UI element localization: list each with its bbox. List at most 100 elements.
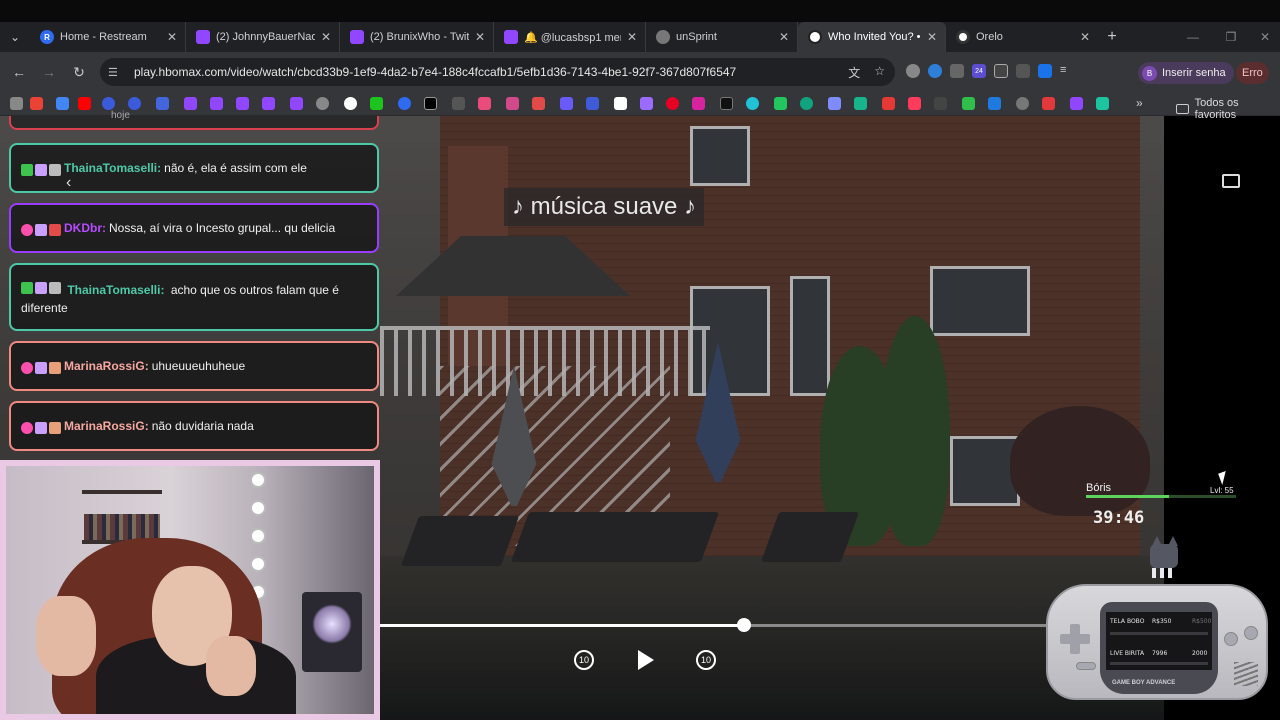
folder-icon: [1176, 104, 1189, 114]
minimize-icon[interactable]: —: [1174, 22, 1212, 52]
cat-legs: [1152, 568, 1176, 578]
tab-orelo[interactable]: Orelo ✕: [946, 22, 1098, 52]
bookmark-icon[interactable]: [102, 97, 115, 110]
download-icon[interactable]: [882, 97, 895, 110]
tab-unsprint[interactable]: unSprint ✕: [646, 22, 798, 52]
close-icon[interactable]: ✕: [167, 30, 177, 44]
chat-message-partial: hoje: [9, 110, 379, 130]
progress-knob[interactable]: [737, 618, 752, 632]
tab-search-icon[interactable]: ⌄: [0, 22, 30, 52]
url-text[interactable]: play.hbomax.com/video/watch/cbcd33b9-1ef…: [134, 65, 736, 79]
a-button-icon: [1244, 626, 1258, 640]
reload-icon[interactable]: ↻: [64, 57, 94, 87]
drive-icon[interactable]: [56, 97, 69, 110]
twitch-icon[interactable]: [290, 97, 303, 110]
b-button-icon: [1224, 632, 1238, 646]
play-icon[interactable]: [638, 650, 654, 670]
bookmark-star-icon[interactable]: ☆: [874, 64, 885, 81]
tab-who-invited-you[interactable]: Who Invited You? • H ✕: [798, 22, 946, 52]
bookmark-icon[interactable]: [156, 97, 169, 110]
amazon-icon[interactable]: [614, 97, 627, 110]
globe-icon[interactable]: [316, 97, 329, 110]
window-close-icon[interactable]: ✕: [1246, 22, 1280, 52]
bookmark-icon[interactable]: [640, 97, 653, 110]
extension-icon[interactable]: [1038, 64, 1052, 78]
bookmark-icon[interactable]: [586, 97, 599, 110]
bookmark-icon[interactable]: [934, 97, 947, 110]
restream-icon[interactable]: [398, 97, 411, 110]
close-icon[interactable]: ✕: [779, 30, 789, 44]
extension-icon[interactable]: [928, 64, 942, 78]
apps-grid-icon[interactable]: [10, 97, 23, 110]
tab-label: Home - Restream: [60, 31, 147, 43]
bookmark-icon[interactable]: [828, 97, 841, 110]
bookmarks-more-icon[interactable]: »: [1136, 96, 1143, 110]
kick-icon[interactable]: [370, 97, 383, 110]
tiktok-icon[interactable]: [720, 97, 733, 110]
extension-icon[interactable]: [950, 64, 964, 78]
bookmark-icon[interactable]: [478, 97, 491, 110]
puzzle-icon[interactable]: [1016, 64, 1030, 78]
moon-decoration-icon: [250, 528, 266, 544]
profile-button[interactable]: B Inserir senha: [1138, 62, 1234, 84]
close-icon[interactable]: ✕: [1080, 30, 1090, 44]
twitch-icon[interactable]: [1070, 97, 1083, 110]
bookmark-icon[interactable]: [532, 97, 545, 110]
bookmark-icon[interactable]: [988, 97, 1001, 110]
progress-bar[interactable]: [380, 618, 1048, 632]
error-button[interactable]: Erro: [1236, 62, 1269, 84]
gmail-icon[interactable]: [30, 97, 43, 110]
bookmark-icon[interactable]: [424, 97, 437, 110]
extension-badge-icon[interactable]: 24: [972, 64, 986, 78]
bookmark-icon[interactable]: [560, 97, 573, 110]
address-bar[interactable]: ☰ play.hbomax.com/video/watch/cbcd33b9-1…: [100, 58, 895, 86]
moon-decoration-icon: [250, 472, 266, 488]
twitch-icon[interactable]: [262, 97, 275, 110]
tab-restream[interactable]: R Home - Restream ✕: [30, 22, 186, 52]
bookmark-icon[interactable]: [344, 97, 357, 110]
forward-arrow-icon[interactable]: →: [34, 57, 64, 87]
all-bookmarks-folder[interactable]: Todos os favoritos: [1176, 97, 1280, 121]
navigation-bar: ← → ↻ ☰ play.hbomax.com/video/watch/cbcd…: [0, 52, 1280, 92]
bolt-icon[interactable]: [908, 97, 921, 110]
settings-icon[interactable]: [1016, 97, 1029, 110]
tab-johnnybauer[interactable]: (2) JohnnyBauerNao ✕: [186, 22, 340, 52]
close-icon[interactable]: ✕: [927, 30, 937, 44]
twitch-icon[interactable]: [236, 97, 249, 110]
bookmark-icon[interactable]: [1096, 97, 1109, 110]
chat-text: Nossa, aí vira o Incesto grupal... qu de…: [109, 221, 336, 235]
forward-10-icon[interactable]: 10: [696, 650, 716, 670]
bookmark-icon[interactable]: [1042, 97, 1055, 110]
tab-lucasbsp1[interactable]: 🔔 @lucasbsp1 men ✕: [494, 22, 646, 52]
tab-strip: ⌄ R Home - Restream ✕ (2) JohnnyBauerNao…: [0, 22, 1280, 52]
twitch-icon[interactable]: [210, 97, 223, 110]
tab-brunixwho[interactable]: (2) BrunixWho - Twit ✕: [340, 22, 494, 52]
close-icon[interactable]: ✕: [321, 30, 331, 44]
bookmark-icon[interactable]: [800, 97, 813, 110]
bookmark-icon[interactable]: [746, 97, 759, 110]
close-icon[interactable]: ✕: [475, 30, 485, 44]
goal-2-value: 7996: [1152, 650, 1168, 657]
new-tab-button[interactable]: +: [1098, 28, 1126, 46]
bookmark-icon[interactable]: [854, 97, 867, 110]
bookmark-icon[interactable]: [452, 97, 465, 110]
bookmark-icon[interactable]: [128, 97, 141, 110]
extension-icon[interactable]: [906, 64, 920, 78]
media-icon[interactable]: ≡: [1060, 64, 1074, 78]
site-settings-icon[interactable]: ☰: [108, 66, 128, 79]
pinterest-icon[interactable]: [666, 97, 679, 110]
translate-icon[interactable]: 文: [848, 64, 860, 81]
rewind-10-icon[interactable]: 10: [574, 650, 594, 670]
cast-icon[interactable]: [1222, 174, 1240, 188]
extension-icon[interactable]: [994, 64, 1008, 78]
chevron-left-icon[interactable]: ‹: [66, 174, 71, 192]
play-icon[interactable]: [774, 97, 787, 110]
instagram-icon[interactable]: [692, 97, 705, 110]
back-arrow-icon[interactable]: ←: [4, 57, 34, 87]
close-icon[interactable]: ✕: [627, 30, 637, 44]
twitch-icon[interactable]: [184, 97, 197, 110]
bookmark-icon[interactable]: [962, 97, 975, 110]
youtube-icon[interactable]: [78, 97, 91, 110]
bookmark-icon[interactable]: [506, 97, 519, 110]
maximize-icon[interactable]: ❐: [1212, 22, 1250, 52]
